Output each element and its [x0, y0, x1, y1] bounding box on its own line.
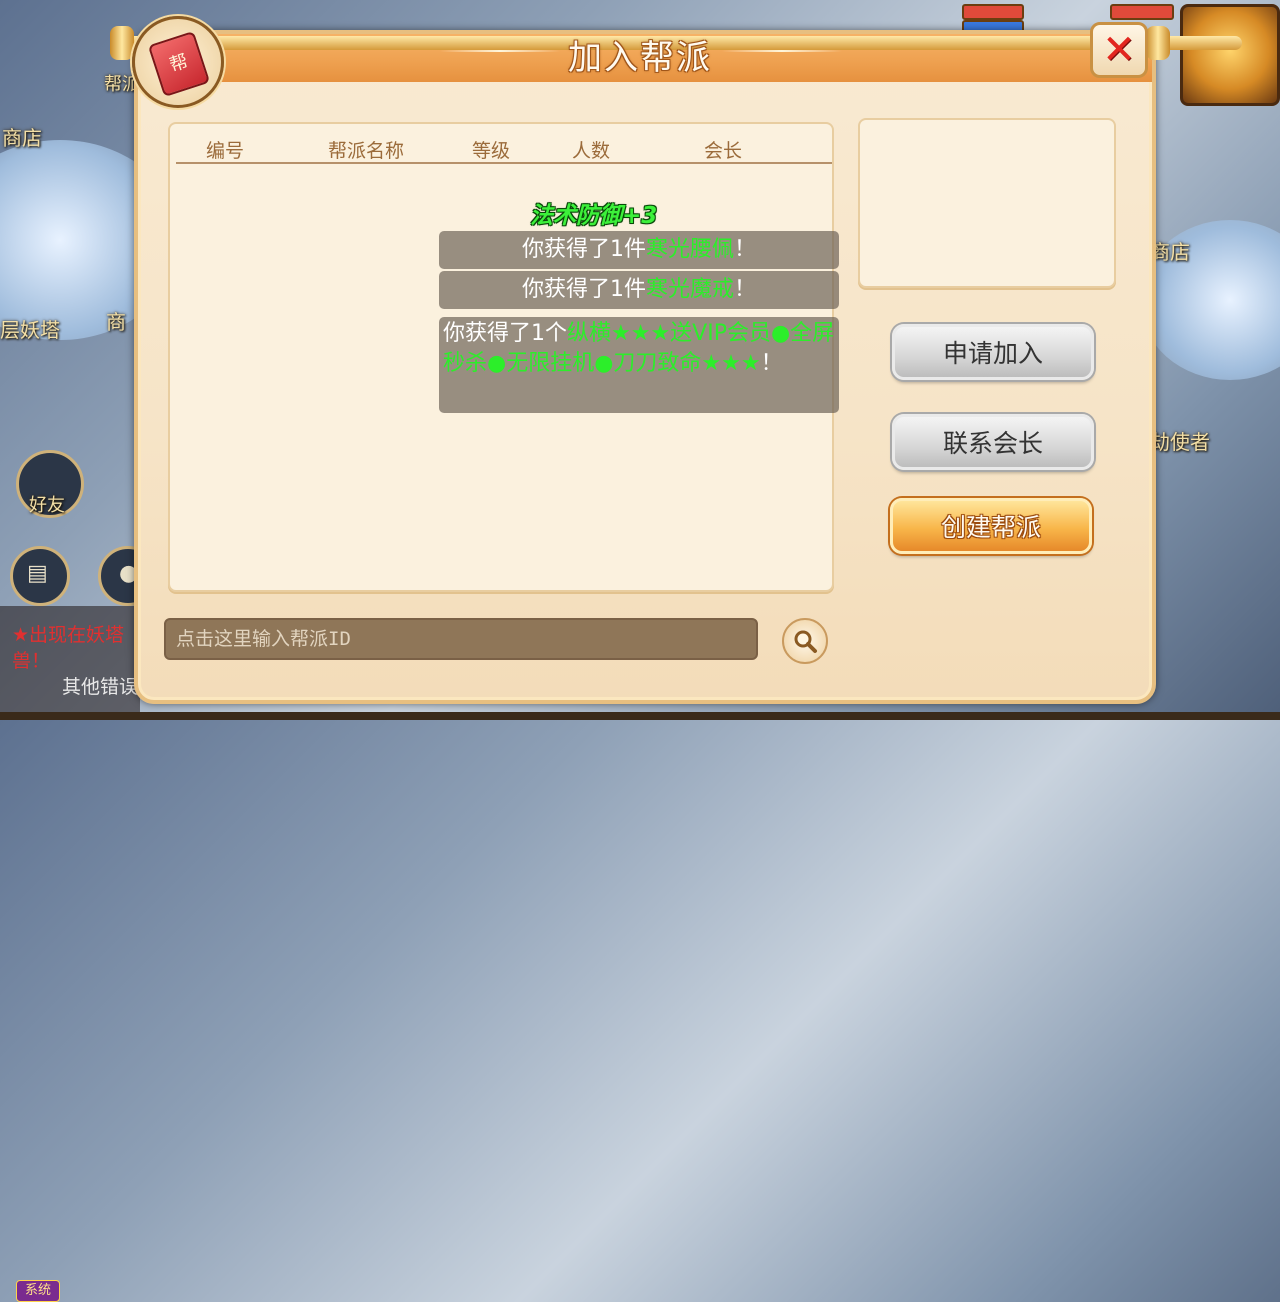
shop-label-right[interactable]: 商店	[1150, 236, 1190, 265]
friends-label: 好友	[29, 495, 65, 516]
gang-info-panel	[858, 118, 1116, 288]
gang-id-search-input[interactable]	[164, 618, 758, 660]
toast-item: 寒光腰佩	[645, 237, 734, 262]
gang-emblem: 帮	[132, 16, 224, 108]
stat-gain-float-text: 法术防御+3	[530, 203, 658, 229]
experience-bar	[0, 712, 1280, 720]
toast-prefix: 你获得了1件	[521, 277, 646, 302]
system-badge: 系统	[16, 1280, 60, 1302]
chat-window[interactable]: ★出现在妖塔 兽！ 系统 其他错误	[0, 606, 140, 1302]
chat-button[interactable]: ▤	[10, 546, 70, 606]
gang-scroll-icon: 帮	[147, 30, 211, 98]
item-toast: 你获得了1件寒光魔戒！	[439, 271, 839, 309]
create-gang-button[interactable]: 创建帮派	[890, 498, 1092, 554]
column-header-id: 编号	[206, 140, 245, 162]
toast-prefix: 你获得了1个	[443, 321, 567, 346]
toast-item: 寒光魔戒	[645, 277, 734, 302]
toast-suffix: ！	[734, 237, 757, 262]
envoy-label[interactable]: 劫使者	[1150, 426, 1210, 455]
search-icon	[794, 630, 817, 653]
item-toast: 你获得了1个纵横★★★送VIP会员●全屏秒杀●无限挂机●刀刀致命★★★！	[439, 317, 839, 413]
apply-join-button[interactable]: 申请加入	[892, 324, 1094, 380]
close-icon: ✕	[1102, 27, 1136, 73]
close-button[interactable]: ✕	[1090, 22, 1148, 78]
header-divider	[176, 162, 832, 164]
column-header-members: 人数	[572, 140, 611, 162]
toast-suffix: ！	[734, 277, 757, 302]
column-header-leader: 会长	[704, 140, 743, 162]
column-header-level: 等级	[472, 140, 511, 162]
shop-label-left[interactable]: 商店	[2, 122, 42, 151]
shop-partial-label: 商	[106, 310, 126, 334]
contact-leader-button[interactable]: 联系会长	[892, 414, 1094, 470]
chat-line: 其他错误	[62, 676, 139, 698]
tower-label[interactable]: 层妖塔	[0, 314, 60, 343]
hp-bar	[962, 4, 1024, 20]
column-header-name: 帮派名称	[328, 140, 405, 162]
chat-line: ★出现在妖塔	[12, 624, 125, 646]
item-toast: 你获得了1件寒光腰佩！	[439, 231, 839, 269]
search-button[interactable]	[782, 618, 828, 664]
emblem-char: 帮	[167, 50, 191, 77]
chat-bubble-icon: ▤	[27, 561, 48, 586]
chat-line: 兽！	[12, 650, 51, 672]
toast-prefix: 你获得了1件	[521, 237, 646, 262]
toast-suffix: ！	[760, 351, 783, 376]
hp-bar	[1110, 4, 1174, 20]
friends-button[interactable]: 好友	[16, 450, 84, 518]
